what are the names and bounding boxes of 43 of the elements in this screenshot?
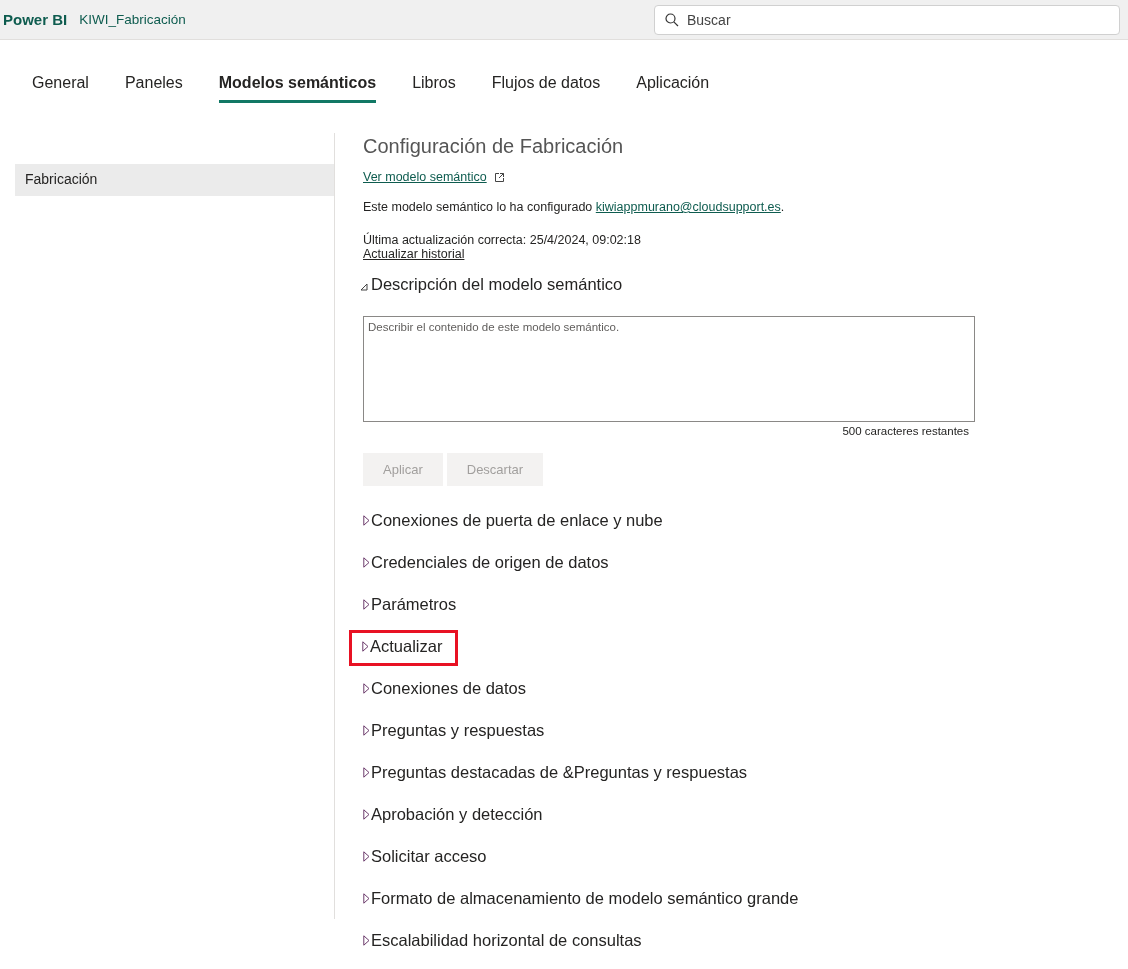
caret-icon[interactable]: [363, 935, 370, 946]
character-count: 500 caracteres restantes: [842, 425, 969, 437]
caret-icon[interactable]: [363, 851, 370, 862]
tab[interactable]: Modelos semánticos: [218, 71, 377, 103]
description-field[interactable]: Describir el contenido de este modelo semántico.: [363, 316, 975, 422]
configured-by-text: Este modelo semántico lo ha configurado kiwiappmurano@cloudsupport.es.: [363, 200, 786, 214]
caret-icon[interactable]: [363, 557, 370, 568]
link[interactable]: Ver modelo semántico: [363, 170, 487, 184]
section-heading[interactable]: Conexiones de datos: [371, 679, 527, 698]
search-field[interactable]: Buscar: [654, 4, 1120, 35]
section-heading[interactable]: Formato de almacenamiento de modelo semántico grande: [371, 889, 799, 908]
caret-icon[interactable]: [363, 683, 370, 694]
section-heading[interactable]: Parámetros: [371, 595, 457, 614]
section-heading[interactable]: Preguntas y respuestas: [371, 721, 545, 740]
caret-icon[interactable]: [360, 283, 368, 291]
section-heading[interactable]: Actualizar: [370, 637, 443, 656]
section-heading[interactable]: Solicitar acceso: [371, 847, 487, 866]
tab[interactable]: Flujos de datos: [491, 71, 601, 103]
refresh-history-link[interactable]: Actualizar historial: [363, 247, 465, 261]
page-title: Configuración de Fabricación: [363, 135, 625, 158]
email-link[interactable]: kiwiappmurano@cloudsupport.es: [595, 200, 781, 214]
section-heading[interactable]: Conexiones de puerta de enlace y nube: [371, 511, 663, 530]
section-heading[interactable]: Preguntas destacadas de &Preguntas y respuestas: [371, 763, 748, 782]
sidebar-item[interactable]: Fabricación: [15, 164, 334, 196]
caret-icon[interactable]: [363, 599, 370, 610]
caret-icon[interactable]: [363, 725, 370, 736]
section-heading[interactable]: Escalabilidad horizontal de consultas: [371, 931, 642, 950]
caret-icon[interactable]: [363, 809, 370, 820]
caret-icon[interactable]: [363, 767, 370, 778]
external-link-icon[interactable]: [494, 172, 504, 182]
section-heading[interactable]: Credenciales de origen de datos: [371, 553, 609, 572]
workspace-name[interactable]: KIWI_Fabricación: [79, 12, 186, 27]
tab[interactable]: Aplicación: [636, 71, 710, 103]
tab[interactable]: General: [32, 71, 89, 103]
tab[interactable]: Paneles: [124, 71, 183, 103]
caret-icon[interactable]: [363, 515, 370, 526]
caret-icon[interactable]: [363, 893, 370, 904]
section-heading[interactable]: Aprobación y detección: [371, 805, 543, 824]
app-name[interactable]: Power BI: [3, 11, 68, 28]
section-heading[interactable]: Descripción del modelo semántico: [371, 275, 623, 294]
last-refresh-text: Última actualización correcta: 25/4/2024, 09:02:18: [363, 233, 642, 247]
tab[interactable]: Libros: [412, 71, 456, 103]
caret-icon[interactable]: [362, 641, 369, 652]
